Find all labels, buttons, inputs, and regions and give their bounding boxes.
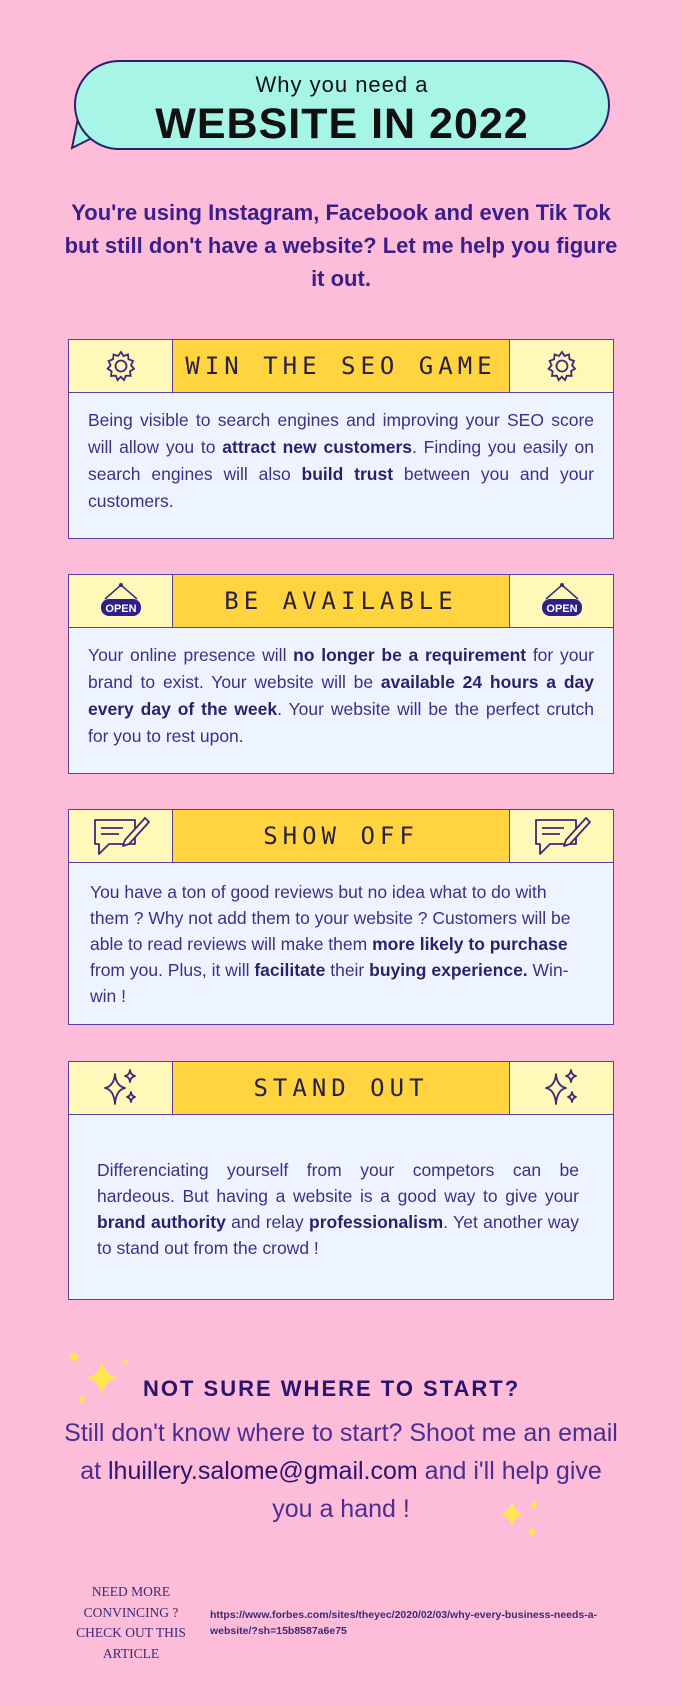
card-seo: WIN THE SEO GAME Being visible to search… bbox=[68, 339, 614, 539]
chat-pencil-icon bbox=[534, 817, 591, 855]
card-title: BE AVAILABLE bbox=[173, 575, 509, 627]
header-subtitle: Why you need a bbox=[255, 72, 429, 97]
open-sign-icon: OPEN bbox=[100, 583, 141, 616]
card-header: WIN THE SEO GAME bbox=[68, 339, 614, 393]
card-title: STAND OUT bbox=[173, 1062, 509, 1114]
card-header: SHOW OFF bbox=[68, 809, 614, 863]
sparkles-icon bbox=[544, 1069, 577, 1105]
highlight: more likely to purchase bbox=[372, 934, 568, 954]
gear-icon bbox=[546, 350, 576, 382]
article-link[interactable]: https://www.forbes.com/sites/theyec/2020… bbox=[210, 1607, 630, 1639]
highlight: build trust bbox=[301, 464, 394, 484]
more-convincing-label: NEED MORE CONVINCING ? CHECK OUT THIS AR… bbox=[76, 1584, 186, 1661]
email-link[interactable]: lhuillery.salome@gmail.com bbox=[108, 1457, 418, 1485]
header-title: WEBSITE IN 2022 bbox=[155, 100, 529, 148]
card-header: OPEN BE AVAILABLE OPEN bbox=[68, 574, 614, 628]
highlight: professionalism bbox=[309, 1212, 444, 1232]
card-available: OPEN BE AVAILABLE OPEN Your online prese… bbox=[68, 574, 614, 774]
highlight: facilitate bbox=[254, 960, 326, 980]
highlight: brand authority bbox=[97, 1212, 226, 1232]
chat-pencil-icon bbox=[93, 817, 150, 855]
sparkles-icon bbox=[103, 1069, 136, 1105]
cta-title: NOT SURE WHERE TO START? bbox=[143, 1376, 521, 1401]
card-header: STAND OUT bbox=[68, 1061, 614, 1115]
highlight: attract new customers bbox=[222, 437, 412, 457]
card-title: WIN THE SEO GAME bbox=[173, 340, 509, 392]
svg-text:OPEN: OPEN bbox=[546, 603, 577, 615]
card-body: Being visible to search engines and impr… bbox=[68, 393, 614, 539]
sparkle-cluster-icon bbox=[68, 1350, 128, 1404]
svg-text:OPEN: OPEN bbox=[105, 603, 136, 615]
card-title: SHOW OFF bbox=[173, 810, 509, 862]
card-body: You have a ton of good reviews but no id… bbox=[68, 863, 614, 1025]
card-stand-out: STAND OUT Differenciating yourself from … bbox=[68, 1061, 614, 1300]
open-sign-icon: OPEN bbox=[541, 583, 582, 616]
card-body: Your online presence will no longer be a… bbox=[68, 628, 614, 774]
sparkle-cluster-icon bbox=[500, 1500, 538, 1538]
card-show-off: SHOW OFF You have a ton of good reviews … bbox=[68, 809, 614, 1025]
highlight: no longer be a requirement bbox=[293, 645, 527, 665]
gear-icon bbox=[105, 350, 135, 382]
header-bubble: Why you need a WEBSITE IN 2022 bbox=[74, 60, 610, 150]
intro-text: You're using Instagram, Facebook and eve… bbox=[64, 200, 618, 291]
highlight: buying experience. bbox=[369, 960, 528, 980]
card-body: Differenciating yourself from your compe… bbox=[68, 1115, 614, 1300]
